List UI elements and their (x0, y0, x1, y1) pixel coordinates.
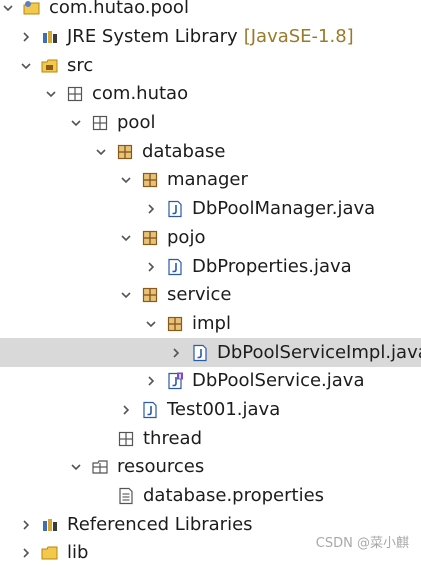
java-file-icon (191, 344, 209, 362)
chevron-right-icon[interactable] (20, 519, 32, 531)
tree-item-package-impl[interactable]: impl (0, 310, 421, 339)
tree-item-project[interactable]: com.hutao.pool (0, 0, 421, 23)
tree-item-label: resources (117, 456, 205, 478)
empty-package-icon (66, 85, 84, 103)
chevron-down-icon[interactable] (20, 60, 32, 72)
tree-item-label: Test001.java (167, 398, 281, 420)
chevron-down-icon[interactable] (120, 232, 132, 244)
empty-package-icon (91, 114, 109, 132)
tree-item-label: com.hutao.pool (49, 0, 189, 19)
package-icon (141, 229, 159, 247)
properties-file-icon (117, 487, 135, 505)
chevron-down-icon[interactable] (95, 146, 107, 158)
tree-item-label: manager (167, 169, 248, 191)
tree-item-jre-system-library[interactable]: JRE System Library [JavaSE-1.8] (0, 23, 421, 52)
chevron-right-icon[interactable] (145, 261, 157, 273)
tree-item-package-service[interactable]: service (0, 281, 421, 310)
tree-item-label: DbProperties.java (192, 255, 352, 277)
tree-item-package-database[interactable]: database (0, 137, 421, 166)
tree-item-package-manager[interactable]: manager (0, 166, 421, 195)
library-icon (41, 516, 59, 534)
tree-item-file-dbpoolmanager[interactable]: DbPoolManager.java (0, 195, 421, 224)
tree-item-label: DbPoolManager.java (192, 198, 376, 220)
tree-item-file-database-properties[interactable]: database.properties (0, 482, 421, 511)
tree-item-label: thread (143, 427, 203, 449)
tree-item-label: com.hutao (92, 83, 189, 105)
java-interface-file-icon (166, 372, 184, 390)
java-project-icon (23, 0, 41, 17)
library-icon (41, 28, 59, 46)
tree-item-label: database.properties (143, 485, 325, 507)
watermark: CSDN @菜小麒 (315, 536, 409, 551)
chevron-down-icon[interactable] (145, 318, 157, 330)
tree-item-file-test001[interactable]: Test001.java (0, 396, 421, 425)
chevron-right-icon[interactable] (20, 31, 32, 43)
package-icon (166, 315, 184, 333)
chevron-right-icon[interactable] (20, 547, 32, 559)
folder-icon (41, 544, 59, 562)
chevron-right-icon[interactable] (120, 404, 132, 416)
package-icon (141, 171, 159, 189)
tree-item-label: impl (192, 312, 231, 334)
tree-item-label: service (167, 284, 232, 306)
tree-item-label: DbPoolService.java (192, 370, 365, 392)
empty-package-icon (117, 430, 135, 448)
chevron-right-icon[interactable] (145, 203, 157, 215)
java-file-icon (141, 401, 159, 419)
chevron-right-icon[interactable] (145, 375, 157, 387)
chevron-right-icon[interactable] (170, 347, 182, 359)
chevron-down-icon[interactable] (70, 461, 82, 473)
chevron-down-icon[interactable] (70, 117, 82, 129)
tree-item-src[interactable]: src (0, 51, 421, 80)
tree-item-label: pool (117, 112, 156, 134)
tree-item-file-dbproperties[interactable]: DbProperties.java (0, 252, 421, 281)
tree-item-label: Referenced Libraries (67, 513, 253, 535)
package-explorer-tree: com.hutao.pool JRE System Library [JavaS… (0, 0, 421, 568)
folder-outline-icon (91, 458, 109, 476)
tree-item-file-dbpoolserviceimpl[interactable]: DbPoolServiceImpl.java (0, 338, 421, 367)
java-file-icon (166, 200, 184, 218)
tree-item-label: src (67, 54, 94, 76)
tree-item-label: lib (67, 542, 89, 564)
tree-item-package-pool[interactable]: pool (0, 109, 421, 138)
chevron-down-icon[interactable] (120, 174, 132, 186)
chevron-down-icon[interactable] (120, 289, 132, 301)
chevron-down-icon[interactable] (45, 88, 57, 100)
java-file-icon (166, 258, 184, 276)
tree-item-file-dbpoolservice[interactable]: DbPoolService.java (0, 367, 421, 396)
tree-item-label: pojo (167, 226, 206, 248)
tree-item-package-pojo[interactable]: pojo (0, 224, 421, 253)
package-icon (116, 143, 134, 161)
chevron-down-icon[interactable] (2, 2, 14, 14)
tree-item-label: database (142, 140, 226, 162)
source-folder-icon (41, 57, 59, 75)
jre-version-decoration: [JavaSE-1.8] (243, 26, 354, 48)
tree-item-label: DbPoolServiceImpl.java (217, 341, 421, 363)
tree-item-resources[interactable]: resources (0, 453, 421, 482)
tree-item-package-thread[interactable]: thread (0, 424, 421, 453)
package-icon (141, 286, 159, 304)
tree-item-label: JRE System Library (67, 26, 238, 48)
tree-item-package-com-hutao[interactable]: com.hutao (0, 80, 421, 109)
